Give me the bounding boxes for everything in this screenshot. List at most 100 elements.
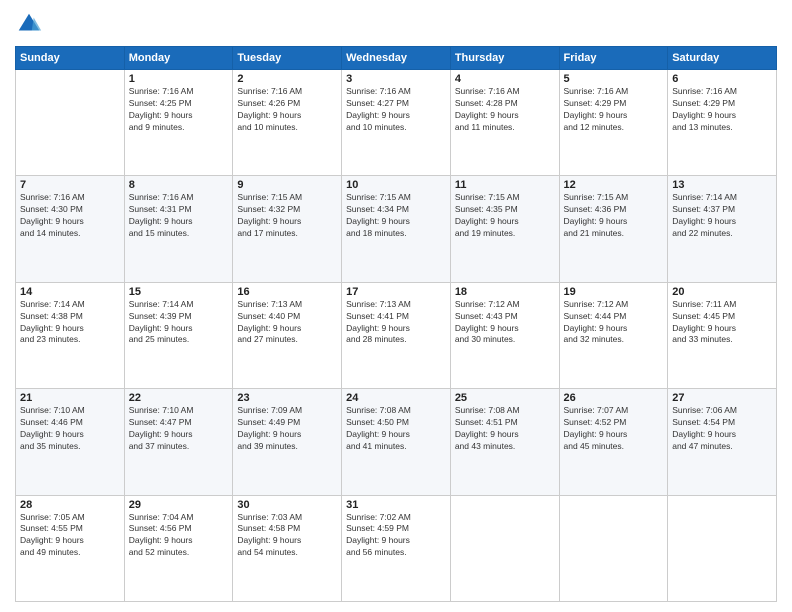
day-number: 25 xyxy=(455,392,555,404)
calendar-cell: 16Sunrise: 7:13 AMSunset: 4:40 PMDayligh… xyxy=(233,282,342,388)
calendar-week-4: 21Sunrise: 7:10 AMSunset: 4:46 PMDayligh… xyxy=(16,389,777,495)
calendar-cell: 25Sunrise: 7:08 AMSunset: 4:51 PMDayligh… xyxy=(450,389,559,495)
day-info: Sunrise: 7:16 AMSunset: 4:25 PMDaylight:… xyxy=(129,86,229,134)
calendar-cell: 13Sunrise: 7:14 AMSunset: 4:37 PMDayligh… xyxy=(668,176,777,282)
weekday-header-sunday: Sunday xyxy=(16,47,125,70)
calendar-cell: 14Sunrise: 7:14 AMSunset: 4:38 PMDayligh… xyxy=(16,282,125,388)
day-number: 22 xyxy=(129,392,229,404)
day-number: 6 xyxy=(672,73,772,85)
day-info: Sunrise: 7:16 AMSunset: 4:27 PMDaylight:… xyxy=(346,86,446,134)
calendar-cell: 18Sunrise: 7:12 AMSunset: 4:43 PMDayligh… xyxy=(450,282,559,388)
day-info: Sunrise: 7:16 AMSunset: 4:30 PMDaylight:… xyxy=(20,192,120,240)
logo-icon xyxy=(15,10,43,38)
calendar-cell: 20Sunrise: 7:11 AMSunset: 4:45 PMDayligh… xyxy=(668,282,777,388)
day-info: Sunrise: 7:16 AMSunset: 4:29 PMDaylight:… xyxy=(672,86,772,134)
calendar-cell: 17Sunrise: 7:13 AMSunset: 4:41 PMDayligh… xyxy=(342,282,451,388)
day-number: 27 xyxy=(672,392,772,404)
day-number: 14 xyxy=(20,286,120,298)
day-number: 30 xyxy=(237,499,337,511)
day-info: Sunrise: 7:09 AMSunset: 4:49 PMDaylight:… xyxy=(237,405,337,453)
day-info: Sunrise: 7:13 AMSunset: 4:41 PMDaylight:… xyxy=(346,299,446,347)
day-number: 11 xyxy=(455,179,555,191)
calendar-cell: 26Sunrise: 7:07 AMSunset: 4:52 PMDayligh… xyxy=(559,389,668,495)
day-info: Sunrise: 7:16 AMSunset: 4:29 PMDaylight:… xyxy=(564,86,664,134)
day-number: 16 xyxy=(237,286,337,298)
weekday-header-thursday: Thursday xyxy=(450,47,559,70)
day-info: Sunrise: 7:16 AMSunset: 4:31 PMDaylight:… xyxy=(129,192,229,240)
day-info: Sunrise: 7:04 AMSunset: 4:56 PMDaylight:… xyxy=(129,512,229,560)
weekday-header-tuesday: Tuesday xyxy=(233,47,342,70)
calendar-week-2: 7Sunrise: 7:16 AMSunset: 4:30 PMDaylight… xyxy=(16,176,777,282)
day-number: 18 xyxy=(455,286,555,298)
calendar-cell: 30Sunrise: 7:03 AMSunset: 4:58 PMDayligh… xyxy=(233,495,342,601)
header xyxy=(15,10,777,38)
day-info: Sunrise: 7:14 AMSunset: 4:37 PMDaylight:… xyxy=(672,192,772,240)
calendar-cell: 8Sunrise: 7:16 AMSunset: 4:31 PMDaylight… xyxy=(124,176,233,282)
day-info: Sunrise: 7:15 AMSunset: 4:32 PMDaylight:… xyxy=(237,192,337,240)
day-number: 26 xyxy=(564,392,664,404)
calendar-cell: 6Sunrise: 7:16 AMSunset: 4:29 PMDaylight… xyxy=(668,70,777,176)
day-info: Sunrise: 7:11 AMSunset: 4:45 PMDaylight:… xyxy=(672,299,772,347)
calendar-cell: 15Sunrise: 7:14 AMSunset: 4:39 PMDayligh… xyxy=(124,282,233,388)
calendar-cell: 1Sunrise: 7:16 AMSunset: 4:25 PMDaylight… xyxy=(124,70,233,176)
calendar-cell xyxy=(16,70,125,176)
calendar-cell: 10Sunrise: 7:15 AMSunset: 4:34 PMDayligh… xyxy=(342,176,451,282)
calendar-cell: 28Sunrise: 7:05 AMSunset: 4:55 PMDayligh… xyxy=(16,495,125,601)
logo xyxy=(15,10,47,38)
calendar-cell: 24Sunrise: 7:08 AMSunset: 4:50 PMDayligh… xyxy=(342,389,451,495)
day-number: 31 xyxy=(346,499,446,511)
day-number: 10 xyxy=(346,179,446,191)
day-number: 1 xyxy=(129,73,229,85)
calendar-cell xyxy=(668,495,777,601)
calendar-cell: 9Sunrise: 7:15 AMSunset: 4:32 PMDaylight… xyxy=(233,176,342,282)
day-number: 13 xyxy=(672,179,772,191)
day-info: Sunrise: 7:10 AMSunset: 4:47 PMDaylight:… xyxy=(129,405,229,453)
calendar-table: SundayMondayTuesdayWednesdayThursdayFrid… xyxy=(15,46,777,602)
calendar-cell: 3Sunrise: 7:16 AMSunset: 4:27 PMDaylight… xyxy=(342,70,451,176)
weekday-header-monday: Monday xyxy=(124,47,233,70)
calendar-cell: 19Sunrise: 7:12 AMSunset: 4:44 PMDayligh… xyxy=(559,282,668,388)
day-number: 28 xyxy=(20,499,120,511)
day-info: Sunrise: 7:07 AMSunset: 4:52 PMDaylight:… xyxy=(564,405,664,453)
day-number: 23 xyxy=(237,392,337,404)
day-info: Sunrise: 7:16 AMSunset: 4:28 PMDaylight:… xyxy=(455,86,555,134)
calendar-cell: 12Sunrise: 7:15 AMSunset: 4:36 PMDayligh… xyxy=(559,176,668,282)
calendar-cell: 11Sunrise: 7:15 AMSunset: 4:35 PMDayligh… xyxy=(450,176,559,282)
day-number: 4 xyxy=(455,73,555,85)
calendar-cell xyxy=(559,495,668,601)
day-info: Sunrise: 7:03 AMSunset: 4:58 PMDaylight:… xyxy=(237,512,337,560)
weekday-header-wednesday: Wednesday xyxy=(342,47,451,70)
day-number: 3 xyxy=(346,73,446,85)
day-number: 7 xyxy=(20,179,120,191)
day-info: Sunrise: 7:08 AMSunset: 4:50 PMDaylight:… xyxy=(346,405,446,453)
calendar-cell: 2Sunrise: 7:16 AMSunset: 4:26 PMDaylight… xyxy=(233,70,342,176)
day-number: 5 xyxy=(564,73,664,85)
calendar-cell: 29Sunrise: 7:04 AMSunset: 4:56 PMDayligh… xyxy=(124,495,233,601)
day-number: 15 xyxy=(129,286,229,298)
calendar-cell: 7Sunrise: 7:16 AMSunset: 4:30 PMDaylight… xyxy=(16,176,125,282)
day-number: 8 xyxy=(129,179,229,191)
day-info: Sunrise: 7:12 AMSunset: 4:43 PMDaylight:… xyxy=(455,299,555,347)
day-number: 29 xyxy=(129,499,229,511)
page: SundayMondayTuesdayWednesdayThursdayFrid… xyxy=(0,0,792,612)
day-info: Sunrise: 7:14 AMSunset: 4:38 PMDaylight:… xyxy=(20,299,120,347)
day-info: Sunrise: 7:13 AMSunset: 4:40 PMDaylight:… xyxy=(237,299,337,347)
day-info: Sunrise: 7:08 AMSunset: 4:51 PMDaylight:… xyxy=(455,405,555,453)
calendar-cell: 21Sunrise: 7:10 AMSunset: 4:46 PMDayligh… xyxy=(16,389,125,495)
day-number: 19 xyxy=(564,286,664,298)
day-number: 9 xyxy=(237,179,337,191)
weekday-header-row: SundayMondayTuesdayWednesdayThursdayFrid… xyxy=(16,47,777,70)
day-number: 20 xyxy=(672,286,772,298)
day-number: 12 xyxy=(564,179,664,191)
day-number: 17 xyxy=(346,286,446,298)
day-info: Sunrise: 7:10 AMSunset: 4:46 PMDaylight:… xyxy=(20,405,120,453)
calendar-cell: 5Sunrise: 7:16 AMSunset: 4:29 PMDaylight… xyxy=(559,70,668,176)
day-number: 24 xyxy=(346,392,446,404)
weekday-header-friday: Friday xyxy=(559,47,668,70)
calendar-cell: 31Sunrise: 7:02 AMSunset: 4:59 PMDayligh… xyxy=(342,495,451,601)
day-number: 21 xyxy=(20,392,120,404)
calendar-week-3: 14Sunrise: 7:14 AMSunset: 4:38 PMDayligh… xyxy=(16,282,777,388)
calendar-cell: 22Sunrise: 7:10 AMSunset: 4:47 PMDayligh… xyxy=(124,389,233,495)
calendar-cell xyxy=(450,495,559,601)
day-info: Sunrise: 7:05 AMSunset: 4:55 PMDaylight:… xyxy=(20,512,120,560)
